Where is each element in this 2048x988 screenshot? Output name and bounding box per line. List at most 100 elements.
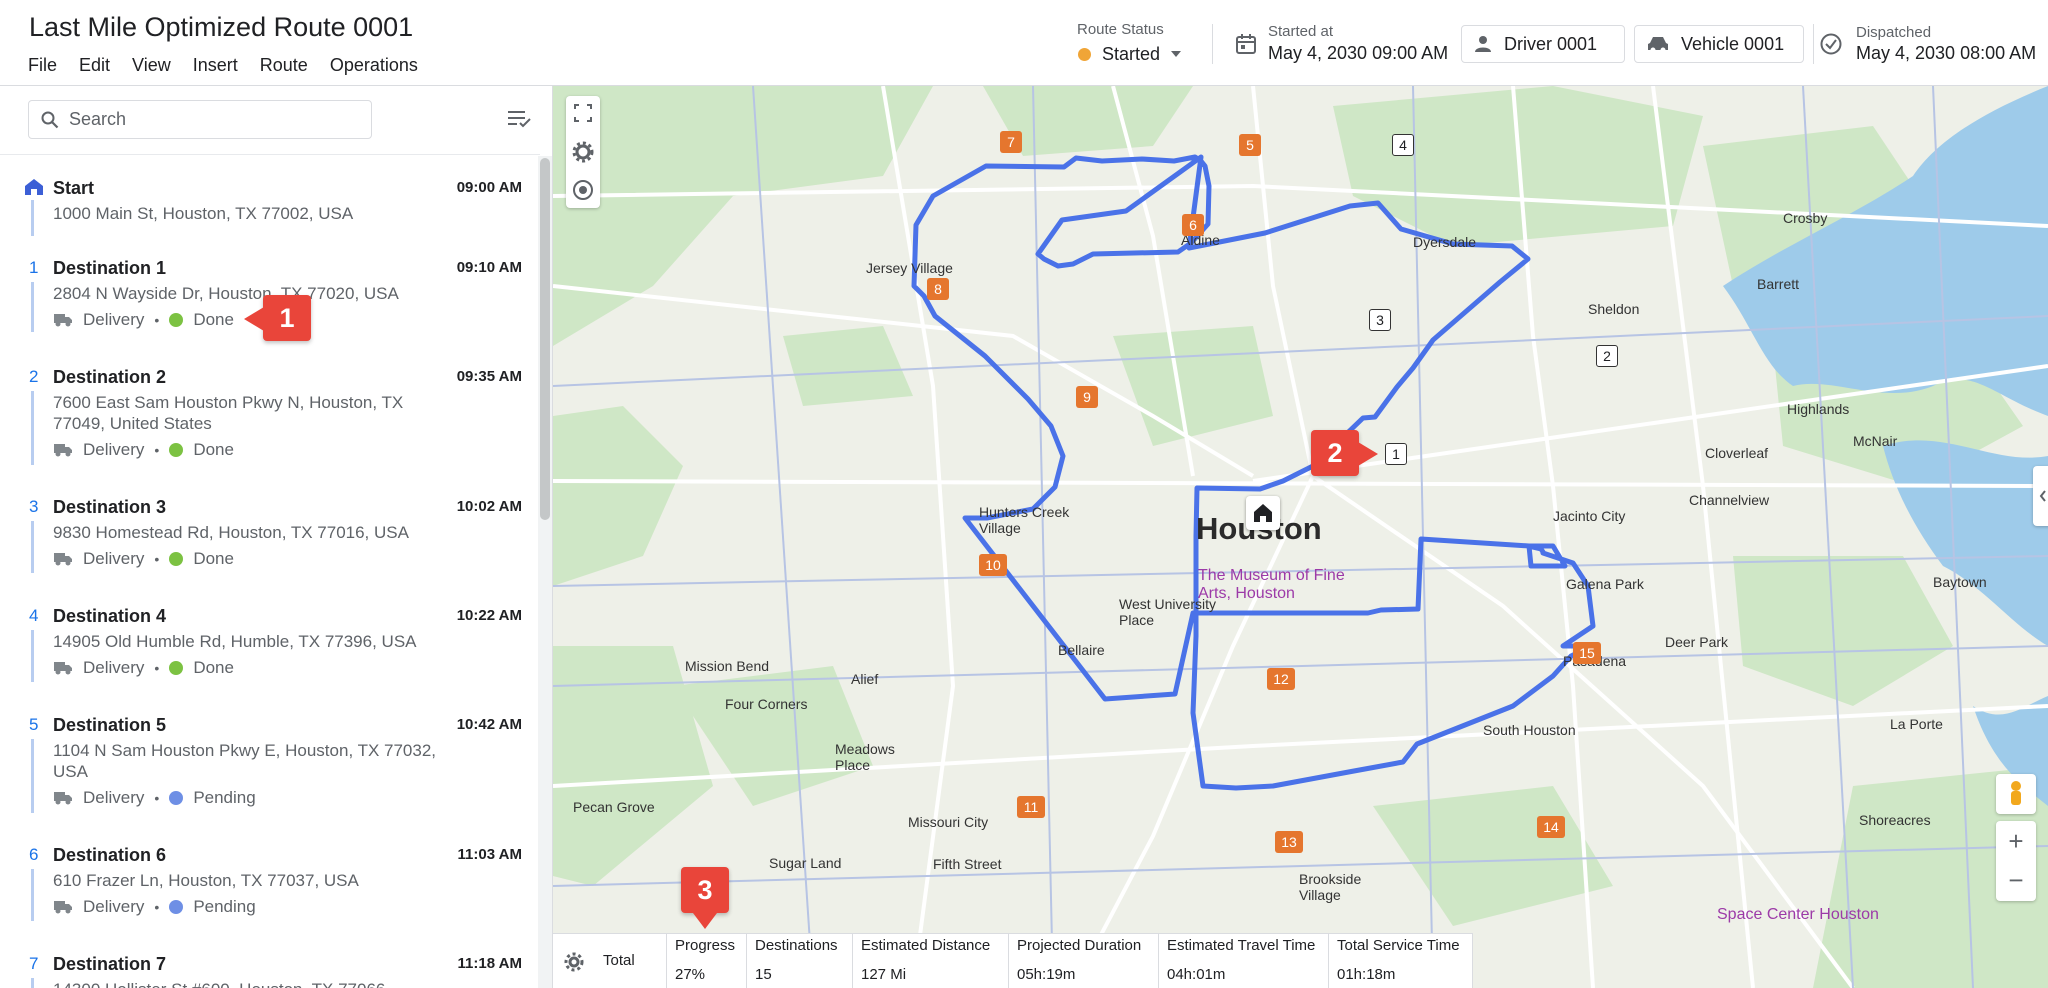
stop-address: 14905 Old Humble Rd, Humble, TX 77396, U… (53, 632, 417, 651)
place-label: Alief (851, 671, 879, 687)
search-input[interactable] (69, 105, 359, 134)
summary-column: Estimated Travel Time 04h:01m (1159, 934, 1329, 988)
driver-button[interactable]: Driver 0001 (1461, 25, 1625, 63)
separator-dot: • (154, 790, 160, 806)
callout-badge: 2 (1311, 430, 1359, 476)
person-icon (1475, 36, 1491, 52)
stop-marker[interactable]: 10 (979, 554, 1007, 576)
stop-marker[interactable]: 14 (1537, 816, 1565, 838)
summary-header: Destinations (755, 937, 838, 954)
stop-marker[interactable]: 8 (927, 278, 949, 300)
search-icon (41, 111, 59, 129)
list-divider (0, 154, 540, 155)
search-box (28, 100, 372, 139)
menu-route[interactable]: Route (260, 55, 308, 76)
list-item[interactable]: 7 Destination 7 11:18 AM 14300 Hollister… (0, 942, 536, 988)
route-bar (31, 391, 34, 465)
street-view-button[interactable] (1996, 774, 2036, 814)
status-dot-icon (169, 443, 184, 457)
place-label: Highlands (1787, 401, 1850, 417)
separator-dot: • (154, 899, 160, 915)
stop-address: 7600 East Sam Houston Pkwy N, Houston, T… (53, 393, 404, 433)
stop-marker[interactable]: 4 (1392, 134, 1414, 156)
menu-operations[interactable]: Operations (330, 55, 418, 76)
stop-index: 3 (29, 497, 39, 516)
stop-status: Pending (193, 897, 256, 916)
summary-value: 01h:18m (1337, 966, 1396, 983)
summary-header: Progress (675, 937, 736, 954)
sort-list-icon[interactable] (505, 106, 533, 132)
stop-marker[interactable]: 3 (1369, 309, 1391, 331)
place-label: Pecan Grove (573, 799, 655, 815)
route-map[interactable]: Houston The Museum of Fine Arts, Houston… (553, 86, 2048, 988)
stop-marker[interactable]: 2 (1596, 345, 1618, 367)
summary-column: Progress 27% (667, 934, 747, 988)
place-label: Four Corners (725, 696, 808, 712)
list-item[interactable]: 2 Destination 2 09:35 AM 7600 East Sam H… (0, 355, 536, 475)
place-label: Baytown (1933, 574, 1987, 590)
check-circle-icon (1820, 33, 1842, 55)
stop-marker[interactable]: 6 (1182, 214, 1204, 236)
summary-header: Projected Duration (1017, 937, 1142, 954)
list-item-start[interactable]: Start 09:00 AM 1000 Main St, Houston, TX… (0, 166, 536, 236)
scrollbar-thumb[interactable] (540, 158, 550, 520)
menu-file[interactable]: File (28, 55, 57, 76)
menu-edit[interactable]: Edit (79, 55, 110, 76)
summary-column: Projected Duration 05h:19m (1009, 934, 1159, 988)
place-label: Meadows Place (835, 741, 895, 773)
gear-icon[interactable] (563, 951, 585, 973)
stop-type: Delivery (83, 310, 145, 329)
poi-space-center-label: Space Center Houston (1717, 906, 1879, 923)
stop-marker[interactable]: 9 (1076, 386, 1098, 408)
list-item[interactable]: 4 Destination 4 10:22 AM 14905 Old Humbl… (0, 594, 536, 694)
stop-marker[interactable]: 5 (1239, 134, 1261, 156)
zoom-in-button[interactable]: + (1996, 821, 2036, 861)
location-icon[interactable] (566, 172, 600, 208)
place-label: Barrett (1757, 276, 1800, 292)
stop-type: Delivery (83, 658, 145, 677)
route-status-dropdown[interactable]: Started (1078, 42, 1182, 66)
stop-index: 5 (29, 715, 39, 734)
list-item[interactable]: 5 Destination 5 10:42 AM 1104 N Sam Hous… (0, 703, 536, 823)
zoom-out-button[interactable]: − (1996, 861, 2036, 901)
route-status-value: Started (1102, 43, 1161, 64)
stop-index: 1 (29, 258, 39, 277)
separator-dot: • (154, 660, 160, 676)
stop-name: Start (53, 178, 95, 198)
place-label: Cloverleaf (1705, 445, 1769, 461)
route-bar (31, 739, 34, 813)
stop-status: Pending (193, 788, 256, 807)
stop-time: 10:02 AM (456, 498, 522, 515)
stop-meta: Delivery • Done (53, 549, 234, 569)
dispatched-value: May 4, 2030 08:00 AM (1856, 43, 2037, 63)
collapse-panel-button[interactable] (2033, 466, 2048, 526)
stop-time: 09:10 AM (456, 259, 522, 276)
started-label: Started at (1268, 23, 1334, 40)
stop-meta: Delivery • Done (53, 310, 234, 330)
vehicle-button[interactable]: Vehicle 0001 (1634, 25, 1804, 63)
summary-column: Estimated Distance 127 Mi (853, 934, 1009, 988)
stop-marker[interactable]: 7 (1000, 131, 1022, 153)
stop-marker[interactable]: 13 (1275, 831, 1303, 853)
truck-icon (54, 792, 72, 805)
stop-address: 610 Frazer Ln, Houston, TX 77037, USA (53, 871, 359, 890)
fullscreen-icon[interactable] (566, 96, 600, 132)
menu-view[interactable]: View (132, 55, 171, 76)
stop-address: 1000 Main St, Houston, TX 77002, USA (53, 204, 354, 223)
separator-dot: • (154, 551, 160, 567)
stop-name: Destination 2 (53, 367, 167, 387)
stop-index: 7 (29, 954, 39, 973)
route-bar (31, 282, 34, 332)
place-label: McNair (1853, 433, 1898, 449)
stop-marker[interactable]: 11 (1017, 796, 1045, 818)
callout-pointer (693, 913, 717, 929)
list-item[interactable]: 6 Destination 6 11:03 AM 610 Frazer Ln, … (0, 833, 536, 933)
stop-marker[interactable]: 1 (1385, 443, 1407, 465)
stop-marker[interactable]: 12 (1267, 668, 1295, 690)
stop-marker[interactable]: 15 (1573, 642, 1601, 664)
start-marker[interactable] (1246, 496, 1280, 530)
menu-insert[interactable]: Insert (193, 55, 238, 76)
gear-icon[interactable] (566, 134, 600, 170)
list-item[interactable]: 3 Destination 3 10:02 AM 9830 Homestead … (0, 485, 536, 585)
stop-meta: Delivery • Pending (53, 788, 256, 808)
